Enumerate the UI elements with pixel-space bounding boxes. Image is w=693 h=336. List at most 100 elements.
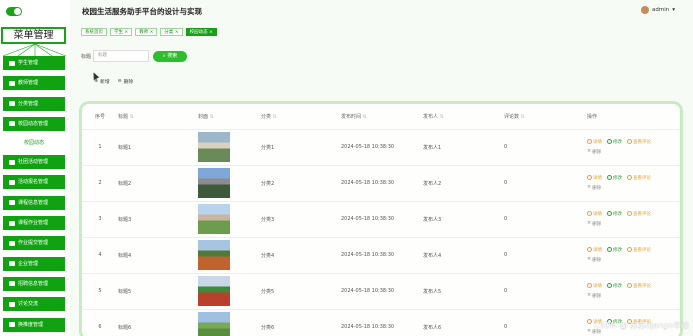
row-delete-button[interactable]: 删除 bbox=[587, 291, 601, 301]
sidebar-item-label: 作业提交管理 bbox=[18, 240, 49, 247]
cover-image[interactable] bbox=[198, 312, 230, 336]
column-header: 序号 bbox=[82, 104, 115, 130]
table-row: 6标题6分类62024-05-18 10:38:30发布人60详情修改查看评论删… bbox=[82, 309, 680, 336]
sidebar-subitem[interactable]: 校园动态 bbox=[3, 137, 65, 149]
menu-icon bbox=[9, 261, 15, 267]
cell-time: 2024-05-18 10:38:30 bbox=[338, 165, 420, 202]
cell-cnt: 0 bbox=[501, 129, 584, 166]
menu-icon bbox=[9, 301, 15, 307]
action-row: ⊕ 新增 ⊖ 删除 bbox=[94, 78, 133, 85]
search-button[interactable]: ⌕ 搜索 bbox=[153, 51, 187, 62]
sidebar-item[interactable]: 活动报名管理 bbox=[3, 175, 65, 190]
cover-image[interactable] bbox=[198, 132, 230, 162]
cell-title: 标题3 bbox=[115, 201, 195, 238]
sidebar-item[interactable]: 教师管理 bbox=[3, 76, 65, 91]
sidebar-item[interactable]: 学生管理 bbox=[3, 56, 65, 70]
column-header[interactable]: 封面 ⇅ bbox=[195, 104, 258, 130]
sort-icon[interactable]: ⇅ bbox=[271, 114, 277, 120]
cell-title: 标题5 bbox=[115, 273, 195, 310]
sort-icon[interactable]: ⇅ bbox=[128, 114, 134, 120]
sidebar-item[interactable]: 换推度管理 bbox=[3, 317, 65, 332]
menu-title: 菜单管理 bbox=[1, 27, 66, 44]
cell-cnt: 0 bbox=[501, 273, 584, 310]
sort-icon[interactable]: ⇅ bbox=[519, 114, 525, 120]
edit-button[interactable]: 修改 bbox=[607, 174, 622, 183]
search-input[interactable]: 标题 bbox=[93, 50, 149, 62]
sidebar-item[interactable]: 作业提交管理 bbox=[3, 236, 65, 251]
sidebar-item[interactable]: 分类管理 bbox=[3, 96, 65, 111]
detail-button[interactable]: 详情 bbox=[587, 138, 602, 147]
sidebar-item[interactable]: 课程作业管理 bbox=[3, 216, 65, 231]
row-delete-button[interactable]: 删除 bbox=[587, 255, 601, 265]
row-delete-button[interactable]: 删除 bbox=[587, 219, 601, 229]
cell-title: 标题2 bbox=[115, 165, 195, 202]
delete-button[interactable]: ⊖ 删除 bbox=[118, 78, 134, 85]
cell-title: 标题4 bbox=[115, 237, 195, 274]
menu-icon bbox=[9, 200, 15, 206]
cell-idx: 1 bbox=[82, 129, 115, 166]
cell-cat: 分类1 bbox=[258, 129, 338, 166]
cell-ops: 详情修改查看评论删除 bbox=[584, 201, 680, 238]
detail-button[interactable]: 详情 bbox=[587, 282, 602, 291]
sidebar-item[interactable]: 课程信息管理 bbox=[3, 195, 65, 210]
cover-image[interactable] bbox=[198, 168, 230, 198]
add-button[interactable]: ⊕ 新增 bbox=[94, 78, 110, 85]
column-header[interactable]: 分类 ⇅ bbox=[258, 104, 338, 130]
menu-connector-lines bbox=[2, 44, 67, 56]
search-label: 标题 bbox=[81, 54, 92, 60]
tab[interactable]: 分类 × bbox=[160, 28, 183, 36]
edit-button[interactable]: 修改 bbox=[607, 138, 622, 147]
cell-time: 2024-05-18 10:38:30 bbox=[338, 237, 420, 274]
detail-button[interactable]: 详情 bbox=[587, 210, 602, 219]
menu-icon bbox=[9, 101, 15, 107]
view-comments-button[interactable]: 查看评论 bbox=[627, 138, 651, 147]
cell-cat: 分类2 bbox=[258, 165, 338, 202]
column-header[interactable]: 评论数 ⇅ bbox=[501, 104, 584, 130]
sidebar-item[interactable]: 讨论交流 bbox=[3, 297, 65, 312]
row-delete-button[interactable]: 删除 bbox=[587, 147, 601, 157]
column-header[interactable]: 发布人 ⇅ bbox=[420, 104, 501, 130]
sidebar-toggle[interactable] bbox=[6, 7, 22, 16]
tab[interactable]: 学生 × bbox=[110, 28, 133, 36]
sidebar-item[interactable]: 校园动态管理 bbox=[3, 116, 65, 131]
view-comments-button[interactable]: 查看评论 bbox=[627, 210, 651, 219]
edit-button[interactable]: 修改 bbox=[607, 246, 622, 255]
sidebar-item-label: 校园动态管理 bbox=[18, 120, 49, 127]
sidebar-item[interactable]: 企业管理 bbox=[3, 256, 65, 271]
sort-icon[interactable]: ⇅ bbox=[438, 114, 444, 120]
tab[interactable]: 校园动态 × bbox=[185, 28, 217, 36]
row-delete-button[interactable]: 删除 bbox=[587, 183, 601, 193]
detail-button[interactable]: 详情 bbox=[587, 174, 602, 183]
menu-icon bbox=[9, 220, 15, 226]
tab[interactable]: 教师 × bbox=[135, 28, 158, 36]
table-body: 1标题1分类12024-05-18 10:38:30发布人10详情修改查看评论删… bbox=[82, 129, 680, 336]
view-comments-button[interactable]: 查看评论 bbox=[627, 174, 651, 183]
cell-pub: 发布人6 bbox=[420, 309, 501, 336]
cover-image[interactable] bbox=[198, 240, 230, 270]
edit-button[interactable]: 修改 bbox=[607, 282, 622, 291]
view-comments-button[interactable]: 查看评论 bbox=[627, 282, 651, 291]
menu-list: 学生管理教师管理分类管理校园动态管理校园动态社团活动管理活动报名管理课程信息管理… bbox=[3, 56, 65, 336]
cover-image[interactable] bbox=[198, 204, 230, 234]
menu-icon bbox=[9, 281, 15, 287]
table-header-row: 序号 标题 ⇅ 封面 ⇅ 分类 ⇅ 发布时间 ⇅ 发布人 ⇅ 评论数 ⇅ 操作 bbox=[82, 104, 680, 130]
edit-button[interactable]: 修改 bbox=[607, 210, 622, 219]
tab[interactable]: 系统首页 bbox=[81, 28, 107, 36]
column-header[interactable]: 标题 ⇅ bbox=[115, 104, 195, 130]
watermark: CSDN @ 苏苏django毕设 bbox=[593, 321, 689, 330]
sort-icon[interactable]: ⇅ bbox=[361, 114, 367, 120]
cover-image[interactable] bbox=[198, 276, 230, 306]
sidebar-item[interactable]: 招聘信息管理 bbox=[3, 276, 65, 291]
column-header[interactable]: 发布时间 ⇅ bbox=[338, 104, 420, 130]
detail-button[interactable]: 详情 bbox=[587, 246, 602, 255]
sidebar-item[interactable]: 社团活动管理 bbox=[3, 155, 65, 170]
user-menu[interactable]: admin ▾ bbox=[641, 6, 675, 14]
cell-cnt: 0 bbox=[501, 237, 584, 274]
sidebar-item-label: 活动报名管理 bbox=[18, 179, 49, 186]
avatar bbox=[641, 6, 649, 14]
sort-icon[interactable]: ⇅ bbox=[208, 114, 214, 120]
view-comments-button[interactable]: 查看评论 bbox=[627, 246, 651, 255]
menu-icon bbox=[9, 80, 15, 86]
delete-button-label: 删除 bbox=[123, 80, 134, 85]
cell-time: 2024-05-18 10:38:30 bbox=[338, 129, 420, 166]
